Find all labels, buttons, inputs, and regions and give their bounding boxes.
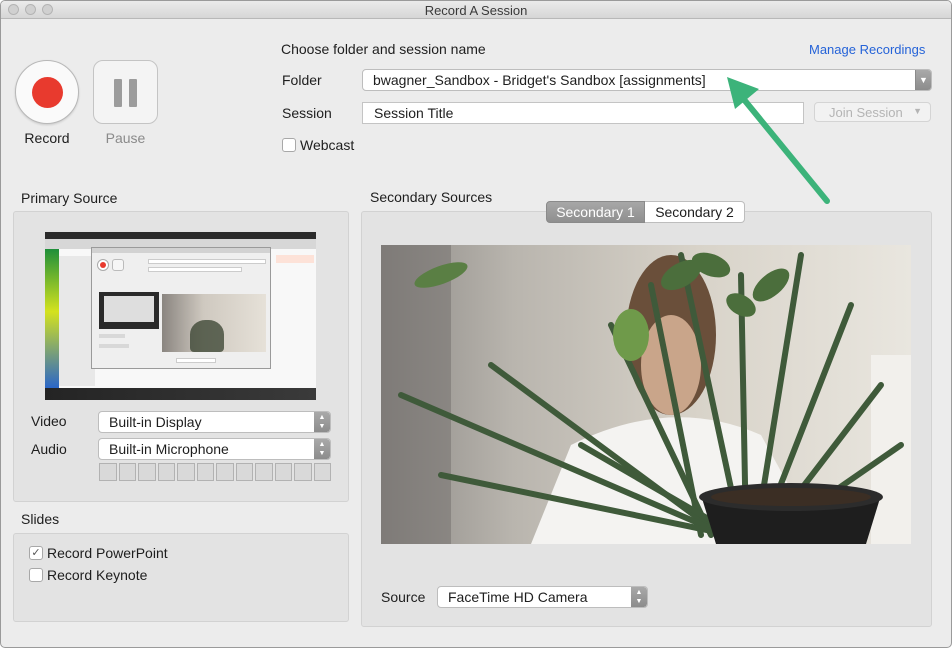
manage-recordings-link[interactable]: Manage Recordings xyxy=(809,42,925,57)
camera-frame-image xyxy=(381,245,911,544)
meter-cell xyxy=(99,463,117,481)
callout-arrow-icon xyxy=(727,77,830,204)
checkmark-icon: ✓ xyxy=(31,547,41,559)
meter-cell xyxy=(138,463,156,481)
session-label: Session xyxy=(282,105,332,121)
audio-level-meter xyxy=(99,463,331,481)
record-powerpoint-checkbox[interactable]: ✓ xyxy=(29,546,43,560)
video-select[interactable]: Built-in Display ▲ ▼ xyxy=(98,411,331,433)
title-bar: Record A Session xyxy=(1,1,951,19)
meter-cell xyxy=(157,463,175,481)
record-session-window: Record A Session Record Pause Choose fol… xyxy=(0,0,952,648)
secondary-sources-heading: Secondary Sources xyxy=(370,189,493,205)
record-keynote-label: Record Keynote xyxy=(47,567,148,583)
meter-cell xyxy=(196,463,214,481)
pause-label: Pause xyxy=(105,130,146,146)
webcast-label: Webcast xyxy=(300,137,355,153)
window-title: Record A Session xyxy=(424,3,528,18)
screen-preview xyxy=(45,232,316,400)
video-label: Video xyxy=(31,413,67,429)
pause-button[interactable] xyxy=(93,60,158,124)
camera-source-value: FaceTime HD Camera xyxy=(448,589,588,605)
updown-chevron-icon: ▲ ▼ xyxy=(314,439,330,459)
session-heading: Choose folder and session name xyxy=(281,41,486,57)
tab-secondary-1[interactable]: Secondary 1 xyxy=(546,201,645,223)
updown-chevron-icon: ▲ ▼ xyxy=(314,412,330,432)
record-keynote-checkbox[interactable] xyxy=(29,568,43,582)
meter-cell xyxy=(313,463,331,481)
source-label: Source xyxy=(381,589,426,605)
meter-cell xyxy=(118,463,136,481)
record-icon xyxy=(32,77,63,108)
updown-chevron-icon: ▲ ▼ xyxy=(631,587,647,607)
chevron-down-icon: ▼ xyxy=(915,70,931,90)
primary-source-heading: Primary Source xyxy=(21,190,118,206)
webcast-checkbox[interactable] xyxy=(282,138,296,152)
meter-cell xyxy=(274,463,292,481)
folder-select-value: bwagner_Sandbox - Bridget's Sandbox [ass… xyxy=(373,72,706,88)
dropdown-arrow-icon: ▼ xyxy=(913,106,922,116)
audio-label: Audio xyxy=(31,441,67,457)
camera-preview xyxy=(381,245,911,544)
record-powerpoint-label: Record PowerPoint xyxy=(47,545,168,561)
video-select-value: Built-in Display xyxy=(109,414,202,430)
slides-heading: Slides xyxy=(21,511,60,527)
audio-select-value: Built-in Microphone xyxy=(109,441,229,457)
record-label: Record xyxy=(24,130,70,146)
meter-cell xyxy=(294,463,312,481)
meter-cell xyxy=(235,463,253,481)
camera-source-select[interactable]: FaceTime HD Camera ▲ ▼ xyxy=(437,586,648,608)
audio-select[interactable]: Built-in Microphone ▲ ▼ xyxy=(98,438,331,460)
folder-label: Folder xyxy=(282,72,322,88)
meter-cell xyxy=(177,463,195,481)
session-title-value: Session Title xyxy=(374,105,454,121)
meter-cell xyxy=(216,463,234,481)
tab-secondary-1-label: Secondary 1 xyxy=(556,204,635,220)
meter-cell xyxy=(255,463,273,481)
record-button[interactable] xyxy=(15,60,79,124)
